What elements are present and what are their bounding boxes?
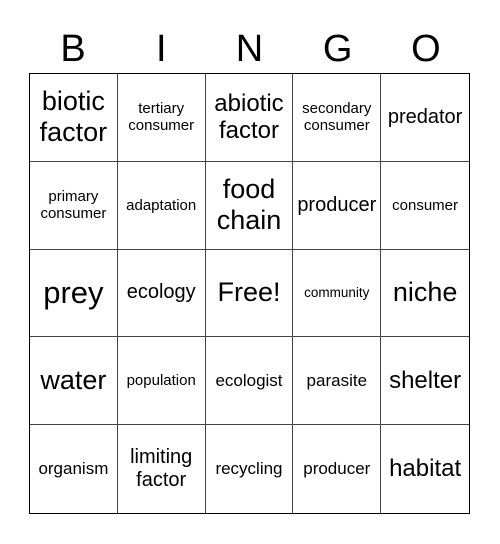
bingo-cell[interactable]: shelter <box>381 337 469 426</box>
bingo-cell[interactable]: tertiary consumer <box>117 74 206 162</box>
bingo-header: B I N G O <box>29 26 470 72</box>
bingo-cell[interactable]: habitat <box>381 425 469 513</box>
header-letter-n: N <box>235 28 264 70</box>
bingo-cell[interactable]: producer <box>293 161 382 250</box>
bingo-cell[interactable]: food chain <box>205 161 294 250</box>
bingo-cell[interactable]: prey <box>30 249 118 338</box>
bingo-board: biotic factor tertiary consumer abiotic … <box>29 73 470 514</box>
bingo-cell[interactable]: predator <box>381 74 469 162</box>
bingo-cell[interactable]: producer <box>293 425 382 513</box>
bingo-cell[interactable]: secondary consumer <box>293 74 382 162</box>
bingo-cell[interactable]: water <box>30 337 118 426</box>
bingo-cell[interactable]: limiting factor <box>118 425 206 513</box>
bingo-cell[interactable]: recycling <box>206 425 294 513</box>
bingo-cell[interactable]: niche <box>381 250 469 338</box>
bingo-cell[interactable]: primary consumer <box>30 161 118 250</box>
header-letter-g: G <box>322 28 353 70</box>
bingo-cell[interactable]: organism <box>30 425 118 513</box>
bingo-cell[interactable]: abiotic factor <box>205 74 294 162</box>
bingo-cell[interactable]: ecology <box>117 249 206 338</box>
free-space-cell[interactable]: Free! <box>205 249 294 338</box>
bingo-cell[interactable]: population <box>117 337 206 426</box>
header-letter-i: I <box>156 28 167 70</box>
bingo-cell[interactable]: adaptation <box>117 161 206 250</box>
bingo-cell[interactable]: community <box>293 249 382 338</box>
bingo-cell[interactable]: consumer <box>381 162 469 250</box>
bingo-cell[interactable]: parasite <box>293 337 382 426</box>
header-letter-o: O <box>411 28 441 70</box>
bingo-cell[interactable]: biotic factor <box>30 74 118 162</box>
header-letter-b: B <box>60 28 86 70</box>
bingo-cell[interactable]: ecologist <box>205 337 294 426</box>
